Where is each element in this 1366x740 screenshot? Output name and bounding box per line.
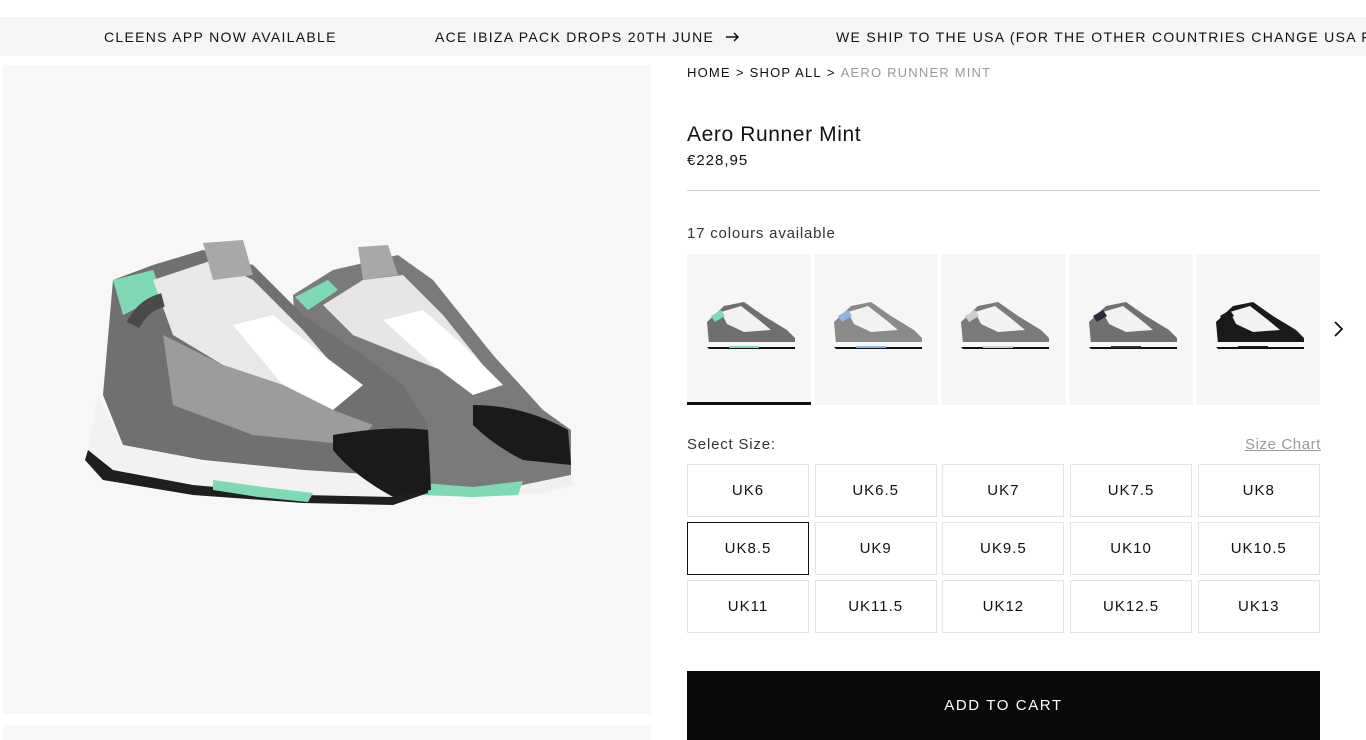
size-option-uk10[interactable]: UK10 <box>1070 522 1193 575</box>
size-option-uk11-5[interactable]: UK11.5 <box>814 580 937 633</box>
colour-swatch-blue[interactable] <box>814 254 939 405</box>
breadcrumb: HOME > SHOP ALL > AERO RUNNER MINT <box>687 65 991 80</box>
sneaker-thumbnail-icon <box>1215 302 1304 349</box>
breadcrumb-separator: > <box>826 65 836 80</box>
size-chart-link[interactable]: Size Chart <box>1245 436 1321 453</box>
colour-swatch-black-grey[interactable] <box>1068 254 1193 405</box>
sneaker-pair-image <box>85 240 573 505</box>
sneaker-thumbnail-icon <box>961 302 1050 349</box>
breadcrumb-separator: > <box>735 65 745 80</box>
size-option-uk9[interactable]: UK9 <box>814 522 937 575</box>
chevron-right-icon[interactable] <box>1329 318 1349 340</box>
colour-swatches <box>687 254 1320 405</box>
size-option-uk6[interactable]: UK6 <box>687 464 809 517</box>
size-option-uk13[interactable]: UK13 <box>1197 580 1320 633</box>
breadcrumb-current: AERO RUNNER MINT <box>840 65 992 80</box>
announcement-shipping[interactable]: WE SHIP TO THE USA (FOR THE OTHER COUNTR… <box>836 29 1366 45</box>
arrow-right-icon <box>726 32 740 42</box>
announcement-ibiza[interactable]: ACE IBIZA PACK DROPS 20TH JUNE <box>435 29 740 45</box>
size-option-uk12-5[interactable]: UK12.5 <box>1070 580 1193 633</box>
size-grid: UK6 UK6.5 UK7 UK7.5 UK8 UK8.5 UK9 UK9.5 UK10 UK10… <box>687 464 1320 633</box>
announcement-bar: CLEENS APP NOW AVAILABLE ACE IBIZA PACK … <box>0 17 1366 56</box>
size-option-uk11[interactable]: UK11 <box>687 580 809 633</box>
announcement-app[interactable]: CLEENS APP NOW AVAILABLE <box>104 29 337 45</box>
sneaker-thumbnail-icon <box>707 302 795 349</box>
size-option-uk10-5[interactable]: UK10.5 <box>1197 522 1320 575</box>
product-price: €228,95 <box>687 152 749 169</box>
colours-count-label: 17 colours available <box>687 225 836 242</box>
divider <box>687 190 1320 191</box>
size-option-uk6-5[interactable]: UK6.5 <box>814 464 937 517</box>
sneaker-thumbnail-icon <box>1088 302 1177 349</box>
colour-swatch-grey[interactable] <box>941 254 1066 405</box>
size-option-uk8[interactable]: UK8 <box>1197 464 1320 517</box>
product-title: Aero Runner Mint <box>687 123 862 146</box>
product-image-main[interactable] <box>3 65 651 714</box>
product-image-secondary[interactable] <box>3 725 651 740</box>
size-option-uk12[interactable]: UK12 <box>942 580 1065 633</box>
breadcrumb-shop-all[interactable]: SHOP ALL <box>750 65 822 80</box>
select-size-label: Select Size: <box>687 436 776 453</box>
size-option-uk7-5[interactable]: UK7.5 <box>1070 464 1193 517</box>
breadcrumb-home[interactable]: HOME <box>687 65 731 80</box>
size-option-uk9-5[interactable]: UK9.5 <box>942 522 1065 575</box>
size-option-uk8-5[interactable]: UK8.5 <box>687 522 809 575</box>
add-to-cart-button[interactable]: ADD TO CART <box>687 671 1320 740</box>
sneaker-thumbnail-icon <box>834 302 923 349</box>
colour-swatch-black[interactable] <box>1195 254 1320 405</box>
size-option-uk7[interactable]: UK7 <box>942 464 1065 517</box>
colour-swatch-mint[interactable] <box>687 254 812 405</box>
